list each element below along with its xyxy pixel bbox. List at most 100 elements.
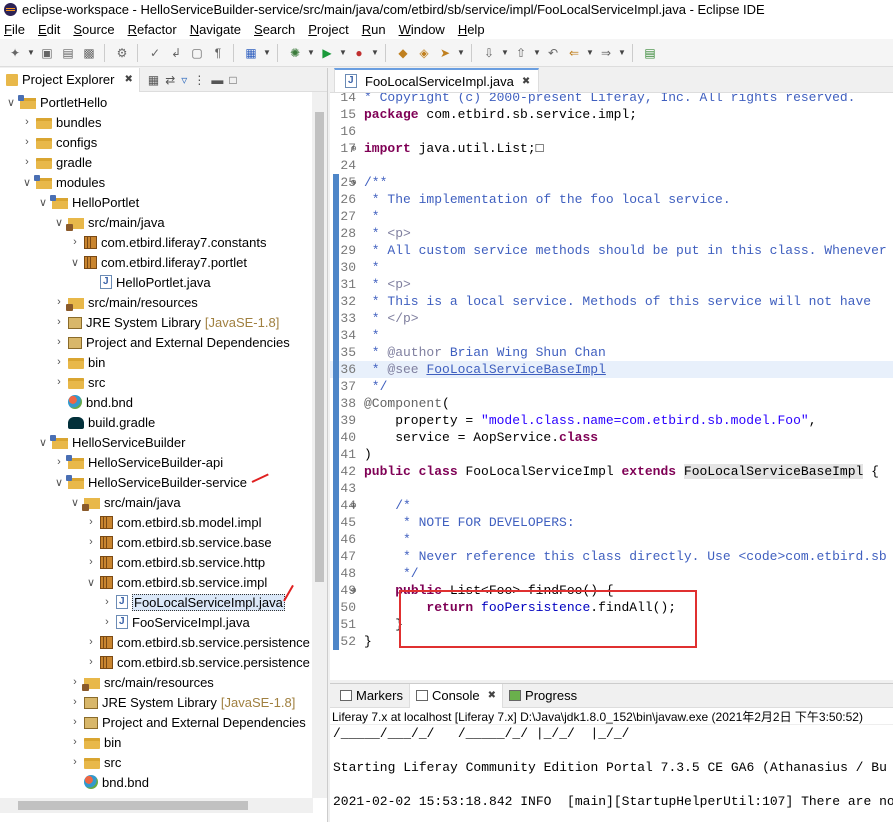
chevron-down-icon[interactable]: ∨ bbox=[52, 216, 66, 229]
scroll-thumb[interactable] bbox=[315, 112, 324, 582]
chevron-right-icon[interactable]: › bbox=[84, 636, 98, 648]
menu-item-project[interactable]: Project bbox=[308, 22, 348, 37]
chevron-down-icon[interactable]: ▼ bbox=[371, 44, 379, 62]
chevron-right-icon[interactable]: › bbox=[52, 356, 66, 368]
tree-item[interactable]: › com.etbird.sb.service.persistence bbox=[0, 632, 310, 652]
tree-item[interactable]: › Project and External Dependencies bbox=[0, 332, 290, 352]
chevron-down-icon[interactable]: ▼ bbox=[339, 44, 347, 62]
chevron-down-icon[interactable]: ▼ bbox=[533, 44, 541, 62]
chevron-down-icon[interactable]: ∨ bbox=[4, 96, 18, 109]
menu-item-file[interactable]: File bbox=[4, 22, 25, 37]
chevron-down-icon[interactable]: ▼ bbox=[263, 44, 271, 62]
chevron-down-icon[interactable]: ∨ bbox=[52, 476, 66, 489]
tree-item[interactable]: bnd.bnd bbox=[0, 392, 133, 412]
chevron-right-icon[interactable]: › bbox=[100, 596, 114, 608]
next-annotation-icon[interactable]: ⇩ bbox=[480, 44, 498, 62]
filter-icon[interactable]: ▿ bbox=[181, 73, 187, 87]
tree-item[interactable]: › bin bbox=[0, 732, 121, 752]
open-resource-icon[interactable]: ◈ bbox=[415, 44, 433, 62]
chevron-right-icon[interactable]: › bbox=[52, 376, 66, 388]
tree-item[interactable]: ∨ HelloPortlet bbox=[0, 192, 139, 212]
chevron-down-icon[interactable]: ▼ bbox=[27, 44, 35, 62]
perspective-icon[interactable]: ▦ bbox=[242, 44, 260, 62]
tree-item[interactable]: › com.etbird.sb.model.impl bbox=[0, 512, 261, 532]
chevron-right-icon[interactable]: › bbox=[20, 116, 34, 128]
tree-item[interactable]: › src/main/resources bbox=[0, 292, 198, 312]
tree-horizontal-scrollbar[interactable] bbox=[0, 798, 313, 813]
tree-item[interactable]: › FooLocalServiceImpl.java bbox=[0, 592, 285, 612]
chevron-right-icon[interactable]: › bbox=[52, 336, 66, 348]
tree-item[interactable]: ∨ com.etbird.sb.service.impl bbox=[0, 572, 267, 592]
forward-icon[interactable]: ⇒ bbox=[597, 44, 615, 62]
view-menu-icon[interactable]: ⋮ bbox=[193, 73, 205, 87]
minimize-icon[interactable]: ▬ bbox=[211, 73, 223, 87]
open-type-icon[interactable]: ◆ bbox=[394, 44, 412, 62]
tree-item[interactable]: › com.etbird.sb.service.http bbox=[0, 552, 265, 572]
chevron-right-icon[interactable]: › bbox=[68, 716, 82, 728]
tree-item[interactable]: › com.etbird.sb.service.base bbox=[0, 532, 271, 552]
close-icon[interactable]: ✖ bbox=[522, 76, 530, 87]
menu-item-help[interactable]: Help bbox=[458, 22, 485, 37]
external-tools-icon[interactable]: ● bbox=[350, 44, 368, 62]
pin-editor-icon[interactable]: ▤ bbox=[641, 44, 659, 62]
print-icon[interactable]: ▩ bbox=[80, 44, 98, 62]
chevron-down-icon[interactable]: ∨ bbox=[20, 176, 34, 189]
chevron-right-icon[interactable]: › bbox=[84, 656, 98, 668]
chevron-right-icon[interactable]: › bbox=[52, 456, 66, 468]
tab-foo-local-service-impl[interactable]: FooLocalServiceImpl.java ✖ bbox=[334, 68, 540, 92]
block-select-icon[interactable]: ▢ bbox=[188, 44, 206, 62]
menu-item-run[interactable]: Run bbox=[362, 22, 386, 37]
chevron-down-icon[interactable]: ▼ bbox=[501, 44, 509, 62]
chevron-right-icon[interactable]: › bbox=[68, 696, 82, 708]
maximize-icon[interactable]: □ bbox=[229, 73, 236, 87]
save-all-icon[interactable]: ▤ bbox=[59, 44, 77, 62]
last-edit-icon[interactable]: ↶ bbox=[544, 44, 562, 62]
tab-console[interactable]: Console ✖ bbox=[408, 683, 504, 708]
chevron-right-icon[interactable]: › bbox=[20, 136, 34, 148]
close-icon[interactable]: ✖ bbox=[488, 690, 496, 701]
back-icon[interactable]: ⇐ bbox=[565, 44, 583, 62]
console-output[interactable]: /_____/___/_/ /_____/_/ |_/_/ |_/_/ Star… bbox=[330, 725, 893, 810]
collapse-all-icon[interactable]: ▦ bbox=[148, 73, 159, 87]
chevron-down-icon[interactable]: ∨ bbox=[68, 256, 82, 269]
tree-item[interactable]: › bundles bbox=[0, 112, 101, 132]
chevron-right-icon[interactable]: › bbox=[84, 556, 98, 568]
tree-item[interactable]: › Project and External Dependencies bbox=[0, 712, 306, 732]
build-icon[interactable]: ⚙ bbox=[113, 44, 131, 62]
tree-item[interactable]: › gradle bbox=[0, 152, 92, 172]
tree-item[interactable]: ∨ HelloServiceBuilder bbox=[0, 432, 185, 452]
tree-item[interactable]: HelloPortlet.java bbox=[0, 272, 211, 292]
fold-toggle-icon[interactable]: ⊕ bbox=[351, 586, 356, 596]
save-icon[interactable]: ▣ bbox=[38, 44, 56, 62]
tree-item[interactable]: › src/main/resources bbox=[0, 672, 214, 692]
chevron-down-icon[interactable]: ∨ bbox=[68, 496, 82, 509]
word-wrap-icon[interactable]: ↲ bbox=[167, 44, 185, 62]
chevron-down-icon[interactable]: ∨ bbox=[36, 196, 50, 209]
show-whitespace-icon[interactable]: ¶ bbox=[209, 44, 227, 62]
chevron-right-icon[interactable]: › bbox=[84, 536, 98, 548]
run-icon[interactable]: ▶ bbox=[318, 44, 336, 62]
tab-progress[interactable]: Progress bbox=[503, 684, 583, 708]
tree-item[interactable]: ∨ modules bbox=[0, 172, 105, 192]
toggle-mark-icon[interactable]: ✓ bbox=[146, 44, 164, 62]
chevron-down-icon[interactable]: ∨ bbox=[36, 436, 50, 449]
chevron-right-icon[interactable]: › bbox=[52, 296, 66, 308]
menu-item-refactor[interactable]: Refactor bbox=[128, 22, 177, 37]
tree-item[interactable]: ∨ HelloServiceBuilder-service bbox=[0, 472, 247, 492]
tree-item[interactable]: › configs bbox=[0, 132, 97, 152]
tree-item[interactable]: › src bbox=[0, 372, 105, 392]
menu-item-search[interactable]: Search bbox=[254, 22, 295, 37]
tab-project-explorer[interactable]: Project Explorer ✖ bbox=[0, 67, 140, 92]
tree-item[interactable]: bnd.bnd bbox=[0, 772, 149, 792]
chevron-down-icon[interactable]: ▼ bbox=[307, 44, 315, 62]
tree-item[interactable]: › HelloServiceBuilder-api bbox=[0, 452, 223, 472]
tree-item[interactable]: ∨ com.etbird.liferay7.portlet bbox=[0, 252, 247, 272]
chevron-right-icon[interactable]: › bbox=[68, 236, 82, 248]
menu-item-source[interactable]: Source bbox=[73, 22, 114, 37]
tree-item[interactable]: › bin bbox=[0, 352, 105, 372]
tree-item[interactable]: ∨ src/main/java bbox=[0, 492, 181, 512]
tree-item[interactable]: › com.etbird.liferay7.constants bbox=[0, 232, 266, 252]
fold-toggle-icon[interactable]: ⊕ bbox=[351, 501, 356, 511]
chevron-right-icon[interactable]: › bbox=[84, 516, 98, 528]
fold-toggle-icon[interactable]: ⊕ bbox=[351, 178, 356, 188]
